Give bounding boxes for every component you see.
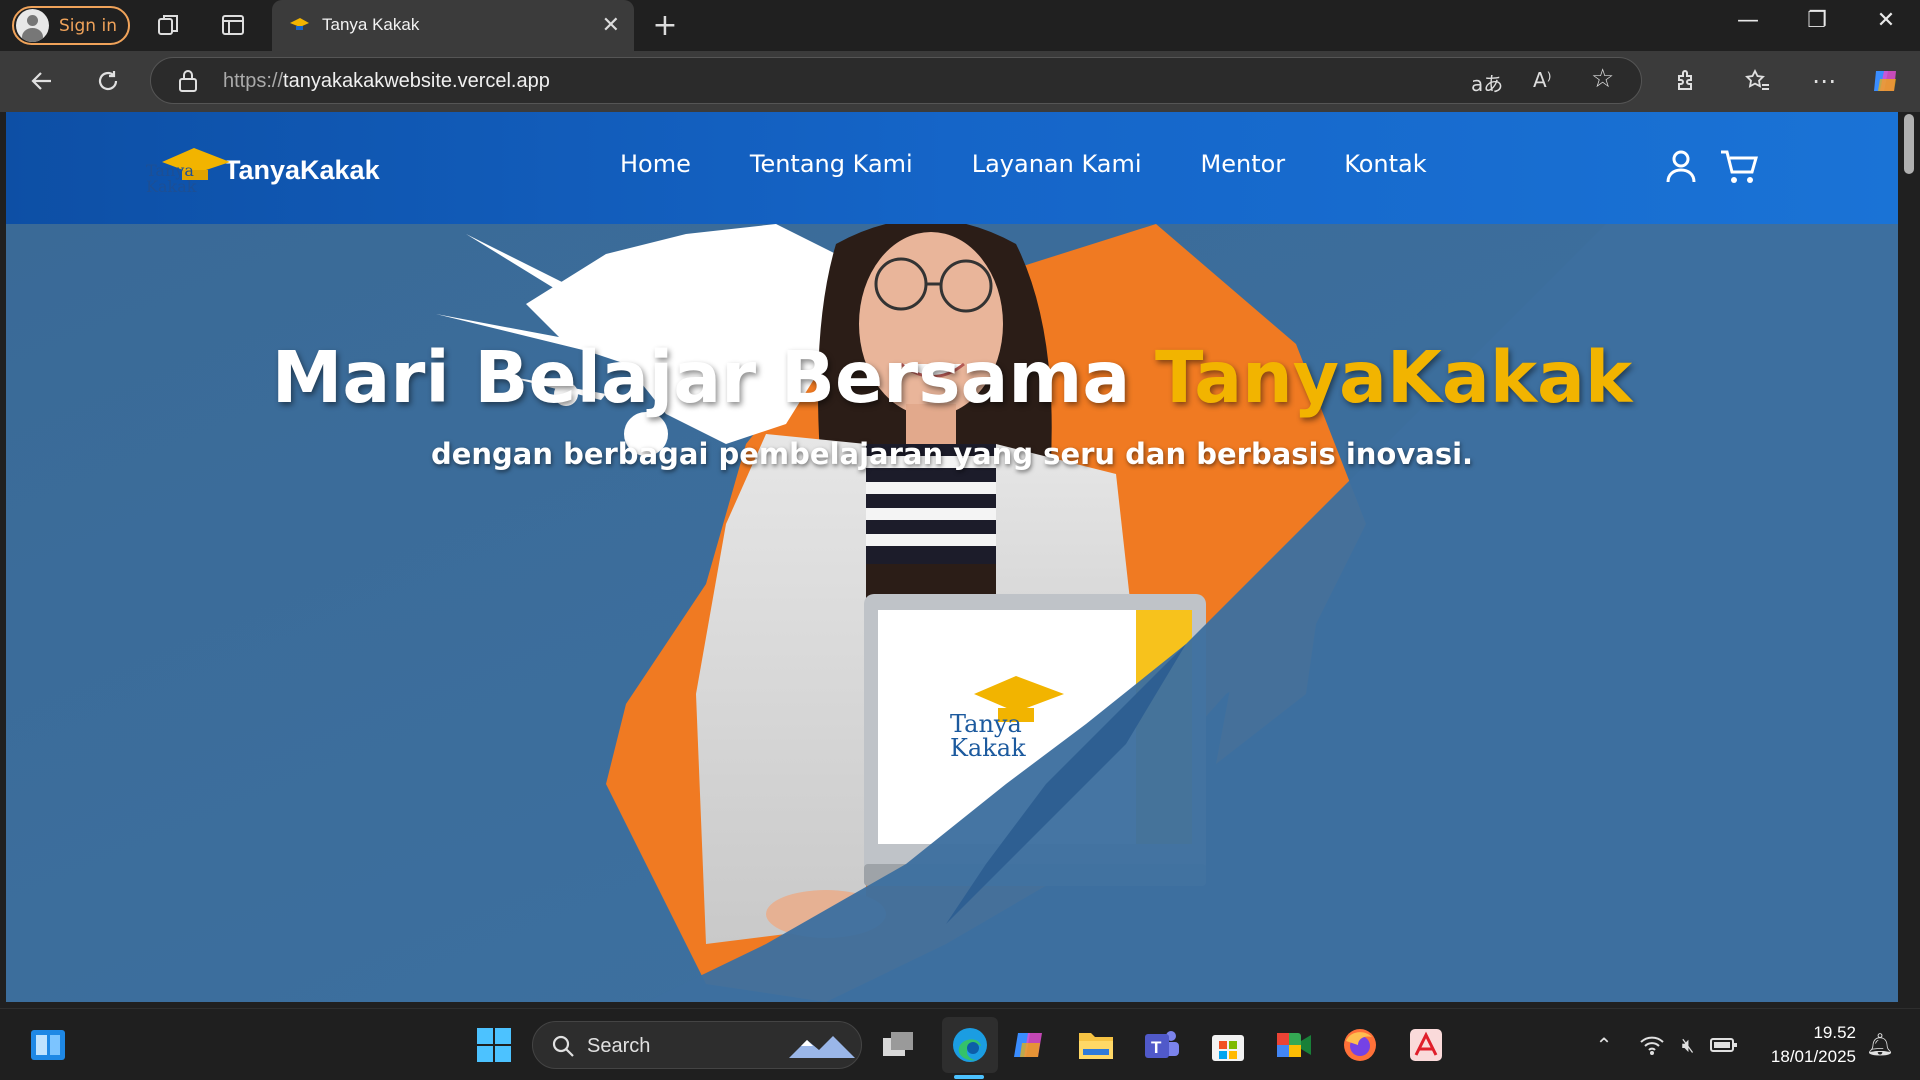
browser-tab-bar: Sign in Tanya Kakak ✕ + — ❐ ✕	[0, 0, 1920, 51]
file-explorer-icon[interactable]	[1074, 1023, 1118, 1067]
read-aloud-icon[interactable]: A⁾	[1533, 68, 1552, 92]
tab-favicon-icon	[290, 18, 309, 30]
teams-icon[interactable]: T	[1140, 1023, 1184, 1067]
store-icon[interactable]	[1206, 1023, 1250, 1067]
window-close-icon[interactable]: ✕	[1866, 8, 1906, 33]
site-logo[interactable]: Tanya Kakak TanyaKakak	[144, 142, 380, 198]
hero-title: Mari Belajar Bersama TanyaKakak	[271, 336, 1633, 419]
nav-mentor[interactable]: Mentor	[1201, 150, 1286, 178]
search-highlight-icon	[789, 1036, 855, 1058]
svg-text:T: T	[1151, 1038, 1162, 1057]
taskbar-search[interactable]: Search	[532, 1021, 862, 1069]
system-clock[interactable]: 19.52 18/01/2025	[1760, 1021, 1856, 1069]
battery-icon[interactable]	[1702, 1023, 1746, 1067]
brand-name: TanyaKakak	[224, 154, 380, 185]
firefox-icon[interactable]	[1338, 1023, 1382, 1067]
site-header: Tanya Kakak TanyaKakak Home Tentang Kami…	[6, 112, 1898, 224]
restore-icon[interactable]: ❐	[1797, 8, 1837, 33]
main-nav: Home Tentang Kami Layanan Kami Mentor Ko…	[620, 150, 1486, 178]
svg-text:Kakak: Kakak	[146, 177, 197, 196]
new-tab-icon[interactable]: +	[650, 8, 680, 43]
tab-title: Tanya Kakak	[322, 15, 420, 34]
nav-home[interactable]: Home	[620, 150, 691, 178]
favorite-star-icon[interactable]: ☆	[1591, 64, 1614, 94]
back-icon[interactable]	[24, 63, 60, 99]
notifications-bell-icon[interactable]: 🔔︎	[1858, 1023, 1902, 1067]
refresh-icon[interactable]	[90, 63, 126, 99]
nav-layanan-kami[interactable]: Layanan Kami	[972, 150, 1142, 178]
nav-tentang-kami[interactable]: Tentang Kami	[750, 150, 913, 178]
user-account-icon[interactable]	[1660, 146, 1702, 188]
edge-icon[interactable]	[942, 1017, 998, 1073]
start-icon[interactable]	[472, 1023, 516, 1067]
copilot-icon[interactable]	[1008, 1023, 1052, 1067]
laptop-screen-logo: Tanya Kakak	[950, 710, 1026, 762]
show-hidden-icons-chevron-icon[interactable]: ⌃	[1582, 1023, 1626, 1067]
search-icon	[552, 1035, 574, 1057]
meet-icon[interactable]	[1272, 1023, 1316, 1067]
windows-taskbar: Search T ⌃ 🔇︎ 19.52 18/01/2025 🔔︎	[0, 1008, 1920, 1080]
task-view-icon[interactable]	[876, 1023, 920, 1067]
signin-label: Sign in	[59, 15, 117, 36]
lock-icon[interactable]	[177, 69, 199, 93]
website-viewport: Tanya Kakak TanyaKakak Home Tentang Kami…	[6, 112, 1898, 1002]
hero-subtitle: dengan berbagai pembelajaran yang seru d…	[430, 437, 1474, 471]
profile-avatar-icon	[16, 9, 49, 42]
tab-actions-icon[interactable]	[218, 10, 248, 40]
url-text[interactable]: https://tanyakakakwebsite.vercel.app	[223, 70, 550, 93]
search-placeholder: Search	[587, 1035, 651, 1057]
tab-close-icon[interactable]: ✕	[602, 13, 620, 38]
nav-kontak[interactable]: Kontak	[1344, 150, 1426, 178]
page-scrollbar[interactable]	[1898, 112, 1920, 1002]
widgets-icon[interactable]	[26, 1023, 70, 1067]
workspaces-icon[interactable]	[154, 10, 184, 40]
address-row: https://tanyakakakwebsite.vercel.app aあ …	[0, 51, 1920, 112]
active-tab[interactable]: Tanya Kakak ✕	[272, 0, 634, 51]
signin-button[interactable]: Sign in	[12, 6, 130, 45]
active-app-indicator	[954, 1075, 984, 1079]
scrollbar-thumb[interactable]	[1904, 114, 1914, 174]
clock-date: 18/01/2025	[1770, 1047, 1856, 1066]
minimize-icon[interactable]: —	[1728, 8, 1768, 33]
extensions-icon[interactable]	[1668, 63, 1704, 99]
cart-icon[interactable]	[1718, 146, 1760, 188]
graduation-cap-logo-icon: Tanya Kakak	[144, 142, 234, 198]
copilot-browser-icon[interactable]	[1868, 63, 1904, 99]
favorites-icon[interactable]	[1740, 63, 1776, 99]
address-bar[interactable]: https://tanyakakakwebsite.vercel.app aあ …	[150, 57, 1642, 104]
clock-time: 19.52	[1813, 1023, 1856, 1042]
more-options-icon[interactable]: ⋯	[1806, 63, 1842, 99]
acrobat-icon[interactable]	[1404, 1023, 1448, 1067]
translate-icon[interactable]: aあ	[1471, 68, 1503, 97]
